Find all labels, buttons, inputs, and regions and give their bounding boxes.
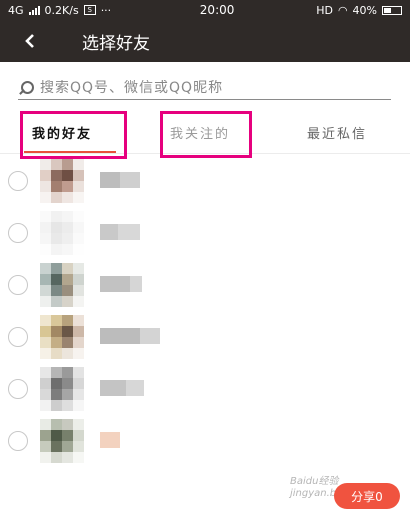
signal-icon (28, 5, 40, 15)
more-dots: ··· (100, 3, 112, 17)
network-label: 4G (8, 3, 24, 17)
back-arrow-icon[interactable] (0, 20, 60, 62)
select-radio[interactable] (8, 379, 28, 399)
search-input[interactable] (40, 79, 391, 96)
page-title: 选择好友 (82, 33, 150, 54)
name-placeholder (100, 328, 160, 344)
list-item[interactable] (0, 206, 410, 258)
name-placeholder (100, 380, 144, 396)
search-bar (18, 76, 391, 100)
name-placeholder (100, 224, 140, 240)
list-item[interactable] (0, 310, 410, 362)
name-placeholder (100, 276, 142, 292)
select-radio[interactable] (8, 327, 28, 347)
select-radio[interactable] (8, 171, 28, 191)
notification-icon: S (83, 5, 96, 15)
highlight-box-my-friends (20, 111, 127, 159)
select-radio[interactable] (8, 431, 28, 451)
tab-recent-messages[interactable]: 最近私信 (307, 110, 367, 154)
avatar (40, 367, 84, 411)
status-time: 20:00 (199, 3, 235, 17)
share-button[interactable]: 分享0 (334, 483, 400, 509)
search-icon (18, 80, 34, 96)
wifi-icon: ◠ (337, 3, 348, 17)
list-item[interactable] (0, 362, 410, 414)
highlight-box-following (160, 111, 252, 158)
status-bar: 4G 0.2K/s S ··· 20:00 HD ◠ 40% (0, 0, 410, 20)
name-placeholder (100, 432, 120, 448)
hd-label: HD (316, 3, 333, 17)
battery-icon (382, 5, 402, 15)
list-item[interactable] (0, 154, 410, 206)
list-item[interactable] (0, 414, 410, 466)
avatar (40, 159, 84, 203)
network-speed: 0.2K/s (44, 3, 79, 17)
avatar (40, 263, 84, 307)
avatar (40, 315, 84, 359)
avatar (40, 211, 84, 255)
select-radio[interactable] (8, 275, 28, 295)
battery-percent: 40% (352, 3, 377, 17)
select-radio[interactable] (8, 223, 28, 243)
name-placeholder (100, 172, 140, 188)
title-bar: 选择好友 (0, 20, 410, 62)
avatar (40, 419, 84, 463)
list-item[interactable] (0, 258, 410, 310)
